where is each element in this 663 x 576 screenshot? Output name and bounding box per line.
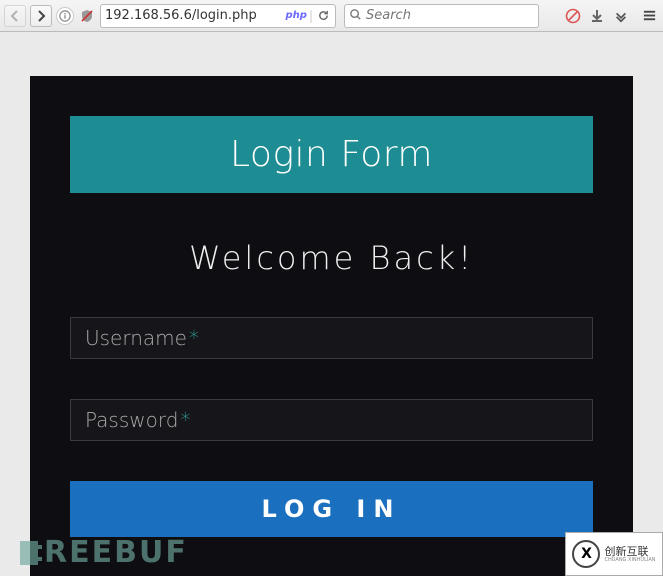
separator: | (309, 9, 313, 23)
browser-toolbar: php | (0, 0, 663, 32)
username-field-wrap: Username* (70, 317, 593, 359)
login-card: Login Form Welcome Back! Username* Passw… (30, 76, 633, 576)
login-title: Login Form (70, 116, 593, 193)
forward-button[interactable] (30, 5, 52, 27)
watermark-right: X 创新互联 CHUANG XINHULIAN (565, 532, 663, 576)
search-input[interactable] (366, 8, 534, 23)
php-badge-icon: php (286, 10, 307, 21)
reload-icon[interactable] (315, 8, 331, 24)
back-button[interactable] (4, 5, 26, 27)
watermark-right-text: 创新互联 (604, 546, 655, 557)
url-bar: php | (100, 4, 336, 28)
watermark-left-icon (20, 541, 38, 565)
menu-icon[interactable] (639, 6, 659, 26)
page-viewport: Login Form Welcome Back! Username* Passw… (0, 32, 663, 576)
watermark-left: REEBUF (20, 535, 188, 570)
watermark-left-text: REEBUF (44, 535, 188, 570)
url-input[interactable] (105, 8, 284, 23)
blocker-icon[interactable] (563, 6, 583, 26)
search-bar (344, 4, 539, 28)
welcome-heading: Welcome Back! (70, 239, 593, 277)
watermark-right-sub: CHUANG XINHULIAN (604, 557, 655, 563)
overflow-icon[interactable] (611, 6, 631, 26)
downloads-icon[interactable] (587, 6, 607, 26)
search-icon (349, 6, 362, 25)
username-input[interactable] (71, 318, 592, 358)
site-identity-icon[interactable] (56, 7, 74, 25)
watermark-right-icon: X (572, 540, 600, 568)
password-field-wrap: Password* (70, 399, 593, 441)
password-input[interactable] (71, 400, 592, 440)
tracking-protection-icon[interactable] (78, 7, 96, 25)
login-button[interactable]: LOG IN (70, 481, 593, 537)
